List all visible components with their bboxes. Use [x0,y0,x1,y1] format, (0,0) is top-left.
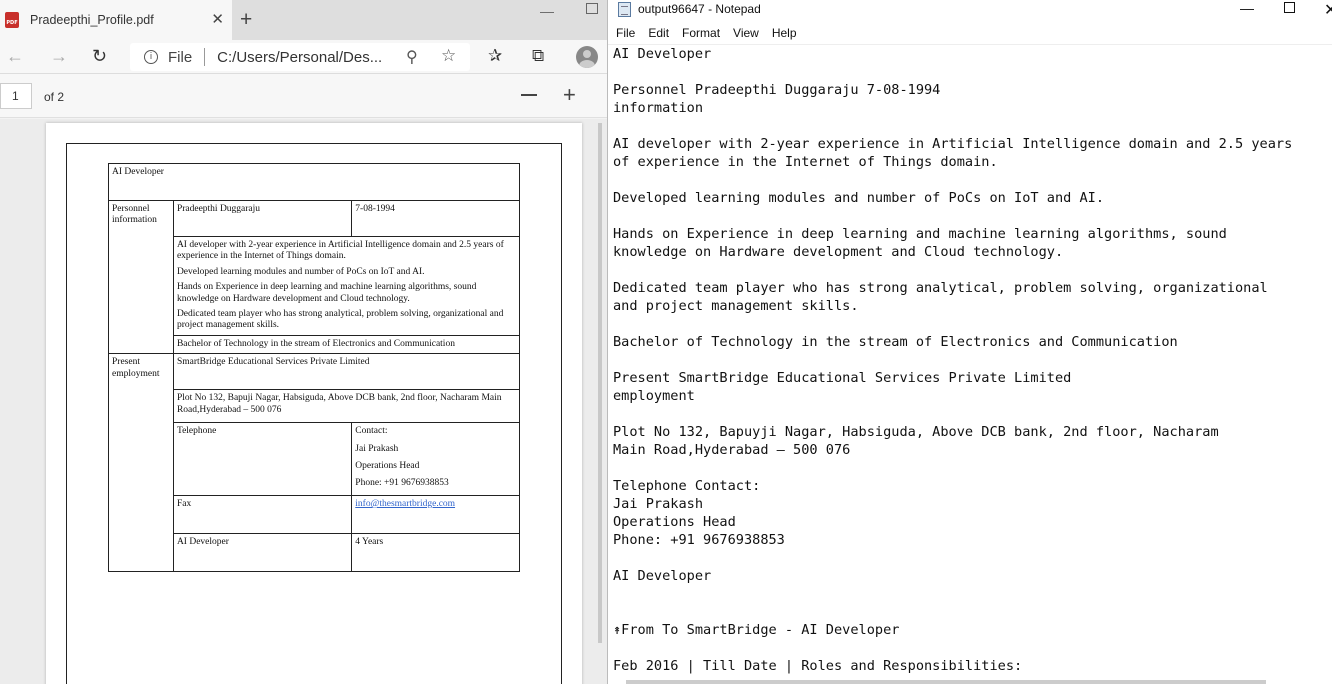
close-icon[interactable]: ✕ [1324,0,1332,20]
summary-cell: AI developer with 2-year experience in A… [172,236,521,336]
maximize-icon[interactable] [1284,2,1295,13]
notepad-menu-bar: File Edit Format View Help [608,24,1332,44]
forward-arrow-icon[interactable]: → [50,46,68,66]
pdf-file-icon: PDF [5,12,19,28]
pdf-page: AI Developer Personnel information Prade… [46,123,582,684]
date-of-birth: 7-08-1994 [351,200,520,237]
profile-avatar[interactable] [576,46,598,68]
minimize-icon[interactable]: — [540,3,554,19]
tab-bar: PDF Pradeepthi_Profile.pdf ✕ + — [0,0,607,40]
summary-line: Developed learning modules and number of… [176,266,425,277]
education: Bachelor of Technology in the stream of … [172,334,521,355]
info-icon[interactable]: i [144,50,158,64]
personnel-label: Personnel information [108,199,174,355]
zoom-in-icon[interactable]: + [563,83,576,107]
minimize-icon[interactable]: — [1240,0,1254,16]
contact-label: Contact: [355,426,388,437]
zoom-out-icon[interactable] [521,94,537,96]
navigation-bar: ← → ↻ i File C:/Users/Personal/Des... ⚲ … [0,40,607,74]
zoom-search-icon[interactable]: ⚲ [406,47,418,67]
candidate-name: Pradeepthi Duggaraju [172,200,353,237]
resume-table: AI Developer Personnel information Prade… [108,163,521,573]
email-link-cell: info@thesmartbridge.com [351,495,520,535]
company-name: SmartBridge Educational Services Private… [172,353,521,391]
browser-window: PDF Pradeepthi_Profile.pdf ✕ + — ← → ↻ i… [0,0,607,684]
page-number-input[interactable]: 1 [0,83,32,109]
menu-help[interactable]: Help [772,24,797,44]
address-bar[interactable]: i File C:/Users/Personal/Des... ⚲ ☆ [130,43,470,71]
experience-years: 4 Years [351,533,520,573]
vertical-scrollbar[interactable] [598,123,602,643]
address-divider [204,48,206,66]
role-label: AI Developer [172,533,353,573]
notepad-title: output96647 - Notepad [638,2,761,16]
close-tab-icon[interactable]: ✕ [211,12,224,28]
summary-line: AI developer with 2-year experience in A… [176,240,504,262]
refresh-icon[interactable]: ↻ [92,46,107,66]
notepad-icon [618,2,631,17]
contact-phone: Phone: +91 9676938853 [355,478,449,489]
notepad-editor[interactable]: AI Developer Personnel Pradeepthi Duggar… [608,44,1332,680]
notepad-text[interactable]: AI Developer Personnel Pradeepthi Duggar… [613,45,1292,675]
favorites-list-icon[interactable]: ✰ [488,46,502,66]
notepad-title-bar: output96647 - Notepad — ✕ [608,0,1332,22]
summary-line: Hands on Experience in deep learning and… [176,282,477,304]
favorite-star-icon[interactable]: ☆ [441,46,456,66]
menu-file[interactable]: File [616,24,635,44]
telephone-label: Telephone [172,422,353,497]
horizontal-scrollbar[interactable] [626,680,1266,684]
pdf-toolbar: 1 of 2 + [0,74,607,118]
company-address: Plot No 132, Bapuji Nagar, Habsiguda, Ab… [172,389,521,424]
present-employment-label: Present employment [108,353,174,573]
summary-line: Dedicated team player who has strong ana… [176,308,504,331]
collections-icon[interactable]: ⧉ [532,46,544,66]
back-arrow-icon[interactable]: ← [6,46,24,66]
fax-label: Fax [172,495,353,535]
email-link[interactable]: info@thesmartbridge.com [355,499,455,509]
contact-cell: Contact: Jai Prakash Operations Head Pho… [351,422,520,497]
pdf-viewer[interactable]: AI Developer Personnel information Prade… [0,119,607,684]
contact-name: Jai Prakash [355,443,399,454]
menu-view[interactable]: View [733,24,759,44]
resume-title: AI Developer [108,163,520,201]
address-scheme: File [168,48,193,66]
page-count: of 2 [44,90,65,104]
maximize-icon[interactable] [586,3,598,14]
tab-title: Pradeepthi_Profile.pdf [30,13,154,27]
notepad-window: output96647 - Notepad — ✕ File Edit Form… [607,0,1332,684]
contact-role: Operations Head [355,460,420,471]
tab-pdf[interactable]: PDF Pradeepthi_Profile.pdf ✕ [0,0,232,40]
menu-format[interactable]: Format [682,24,720,44]
menu-edit[interactable]: Edit [648,24,669,44]
address-url[interactable]: C:/Users/Personal/Des... [217,49,382,66]
new-tab-button[interactable]: + [240,9,252,31]
